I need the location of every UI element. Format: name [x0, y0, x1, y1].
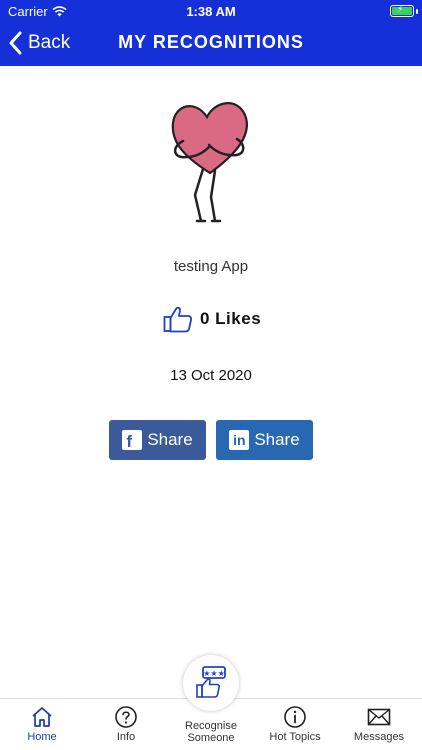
battery-icon [390, 4, 414, 17]
thumbs-up-icon [163, 306, 193, 333]
info-circle-icon [284, 706, 306, 728]
heart-hug-logo [171, 102, 248, 223]
linkedin-icon: in [229, 430, 250, 450]
tab-hot-topics-label: Hot Topics [269, 731, 321, 743]
svg-text:★★★: ★★★ [203, 669, 225, 678]
recognition-date: 13 Oct 2020 [170, 367, 252, 384]
tab-home[interactable]: Home [0, 699, 84, 750]
linkedin-share-button[interactable]: in Share [216, 420, 313, 460]
recognise-someone-button[interactable]: ★★★ [183, 655, 239, 711]
likes-row[interactable]: 0 Likes [163, 305, 261, 333]
facebook-share-label: Share [147, 430, 193, 449]
envelope-icon [367, 708, 391, 726]
tab-info-label: Info [116, 731, 136, 743]
page-title: MY RECOGNITIONS [118, 32, 304, 52]
likes-count: 0 Likes [200, 309, 262, 328]
tab-home-label: Home [27, 731, 57, 743]
linkedin-share-label: Share [254, 430, 300, 449]
recognise-someone-label: Recognise Someone [169, 720, 253, 744]
status-time: 1:38 AM [186, 4, 236, 19]
app-header: Carrier 1:38 AM Back MY RECOGNITIONS [0, 0, 422, 66]
tab-messages[interactable]: Messages [337, 699, 421, 750]
home-icon [32, 707, 52, 727]
status-bar: Carrier 1:38 AM [0, 0, 422, 24]
thumbs-up-stars-icon: ★★★ [196, 666, 226, 698]
nav-bar: Back MY RECOGNITIONS [0, 24, 422, 66]
tab-info[interactable]: Info [84, 699, 168, 750]
recognise-someone-text: Recognise Someone [185, 720, 237, 744]
recognition-title: testing App [173, 258, 249, 275]
tab-hot-topics[interactable]: Hot Topics [253, 699, 337, 750]
facebook-share-button[interactable]: f Share [109, 420, 206, 460]
facebook-icon: f [122, 430, 143, 451]
battery-nub [416, 9, 418, 14]
question-circle-icon [115, 706, 137, 728]
tab-messages-label: Messages [353, 731, 405, 743]
